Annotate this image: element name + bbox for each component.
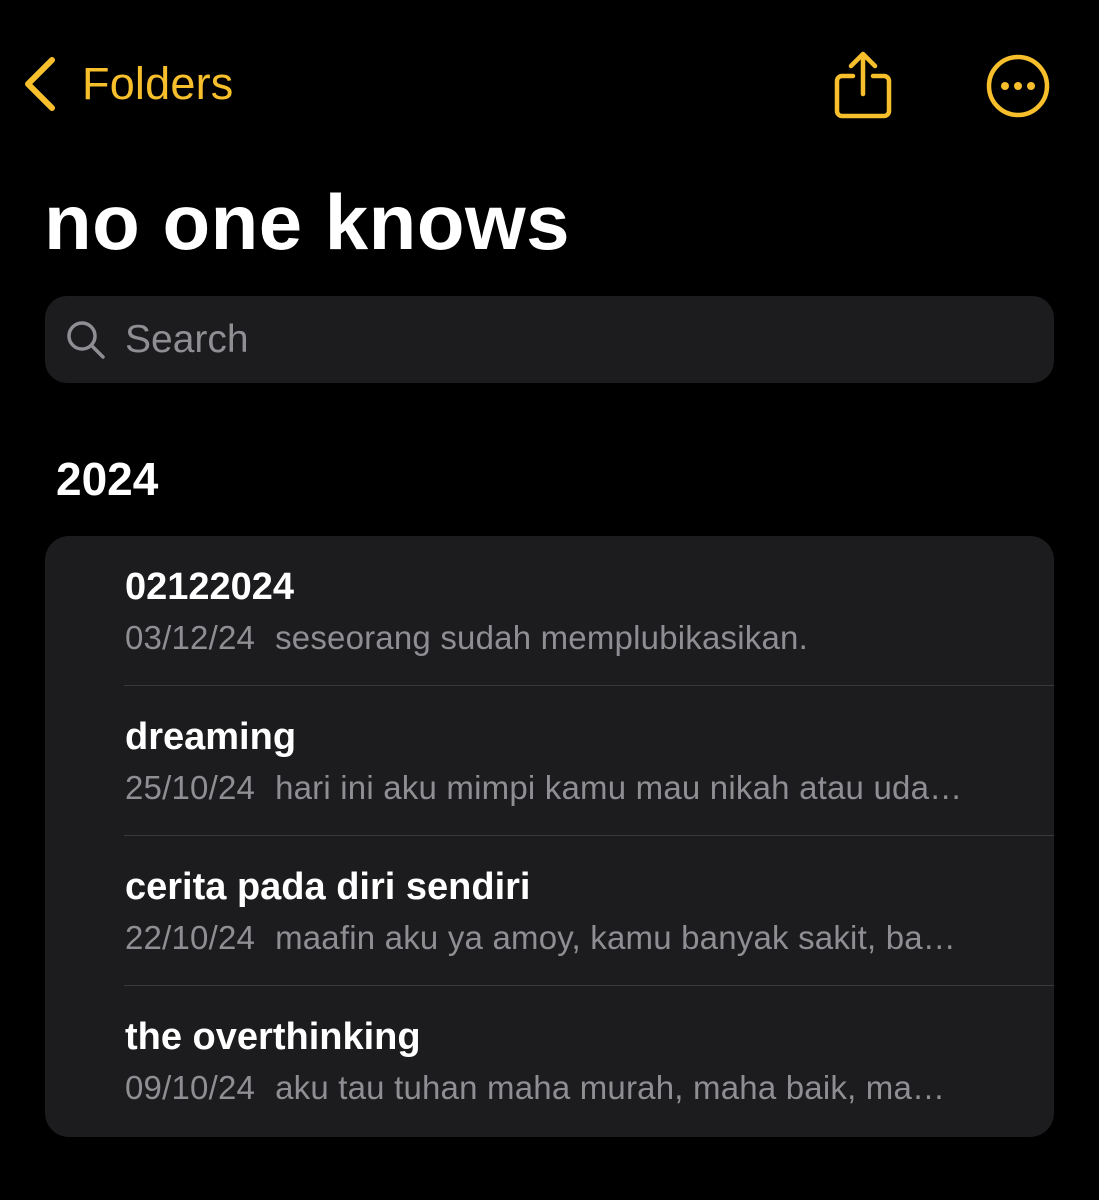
ellipsis-circle-icon — [986, 54, 1050, 118]
note-preview: aku tau tuhan maha murah, maha baik, ma… — [275, 1069, 946, 1106]
back-button[interactable]: Folders — [22, 52, 233, 116]
section-header-year: 2024 — [56, 453, 159, 505]
note-title: 02122024 — [125, 566, 295, 608]
share-button[interactable] — [832, 50, 894, 120]
search-input[interactable] — [125, 296, 1025, 383]
note-title: cerita pada diri sendiri — [125, 866, 531, 908]
note-title: dreaming — [125, 716, 297, 758]
navigation-bar: Folders — [0, 0, 1099, 170]
folder-title: no one knows — [44, 178, 571, 266]
note-date: 22/10/24 — [125, 919, 256, 956]
note-meta: 09/10/24 aku tau tuhan maha murah, maha b… — [125, 1068, 1020, 1108]
note-meta: 03/12/24 seseorang sudah memplubikasikan. — [125, 618, 1020, 658]
note-preview: seseorang sudah memplubikasikan. — [275, 619, 808, 656]
note-item[interactable]: 02122024 03/12/24 seseorang sudah memplub… — [45, 536, 1054, 686]
back-button-label: Folders — [82, 58, 234, 109]
note-meta: 22/10/24 maafin aku ya amoy, kamu banyak … — [125, 918, 1020, 958]
note-item[interactable]: dreaming 25/10/24 hari ini aku mimpi kamu… — [45, 686, 1054, 836]
note-item[interactable]: the overthinking 09/10/24 aku tau tuhan m… — [45, 986, 1054, 1136]
more-options-button[interactable] — [985, 53, 1051, 119]
note-preview: hari ini aku mimpi kamu mau nikah atau u… — [275, 769, 963, 806]
note-title: the overthinking — [125, 1016, 421, 1058]
note-date: 25/10/24 — [125, 769, 256, 806]
search-icon — [67, 321, 105, 359]
share-icon — [834, 51, 892, 119]
notes-list: 02122024 03/12/24 seseorang sudah memplub… — [45, 536, 1054, 1137]
note-item[interactable]: cerita pada diri sendiri 22/10/24 maafin … — [45, 836, 1054, 986]
note-date: 09/10/24 — [125, 1069, 256, 1106]
note-date: 03/12/24 — [125, 619, 256, 656]
chevron-left-icon — [25, 57, 55, 111]
search-bar[interactable] — [45, 296, 1054, 383]
note-meta: 25/10/24 hari ini aku mimpi kamu mau nika… — [125, 768, 1020, 808]
note-preview: maafin aku ya amoy, kamu banyak sakit, b… — [275, 919, 956, 956]
